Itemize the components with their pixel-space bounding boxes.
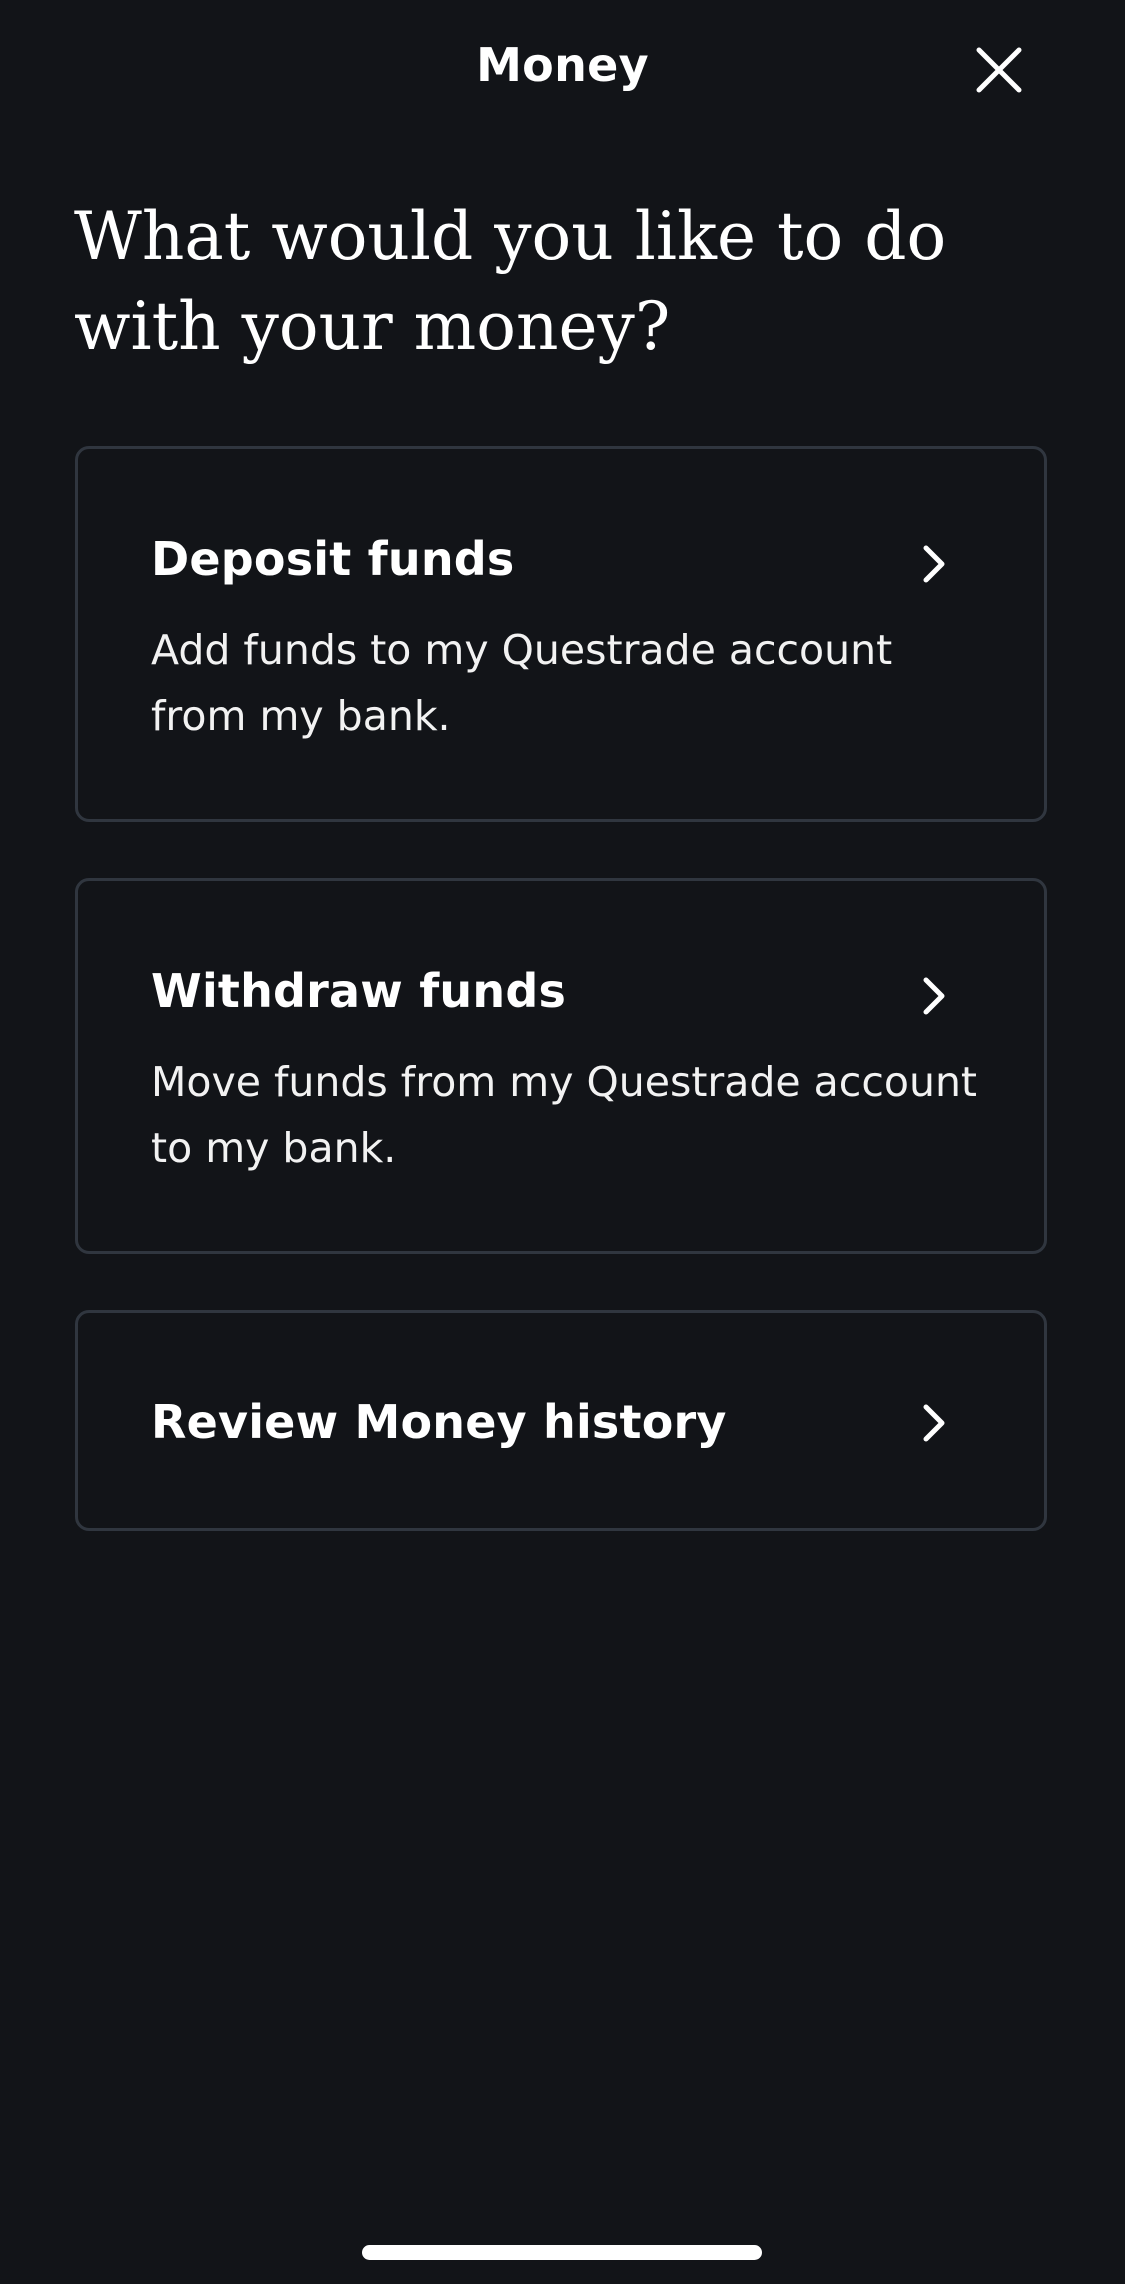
header-bar: Money [0,0,1125,140]
close-button[interactable] [966,37,1032,103]
card-title: Review Money history [151,1395,727,1449]
card-title: Withdraw funds [151,964,567,1018]
close-icon [976,47,1022,93]
review-money-history-card[interactable]: Review Money history [75,1310,1047,1531]
home-indicator[interactable] [362,2245,762,2260]
main-heading: What would you like to do with your mone… [74,198,947,365]
deposit-funds-card[interactable]: Deposit funds Add funds to my Questrade … [75,446,1047,822]
card-description: Add funds to my Questrade account from m… [151,626,893,740]
card-title: Deposit funds [151,532,515,586]
chevron-right-icon [923,977,945,1015]
withdraw-funds-card[interactable]: Withdraw funds Move funds from my Questr… [75,878,1047,1254]
chevron-right-icon [923,545,945,583]
card-description: Move funds from my Questrade account to … [151,1058,978,1172]
chevron-right-icon [923,1404,945,1442]
page-title: Money [476,38,649,92]
